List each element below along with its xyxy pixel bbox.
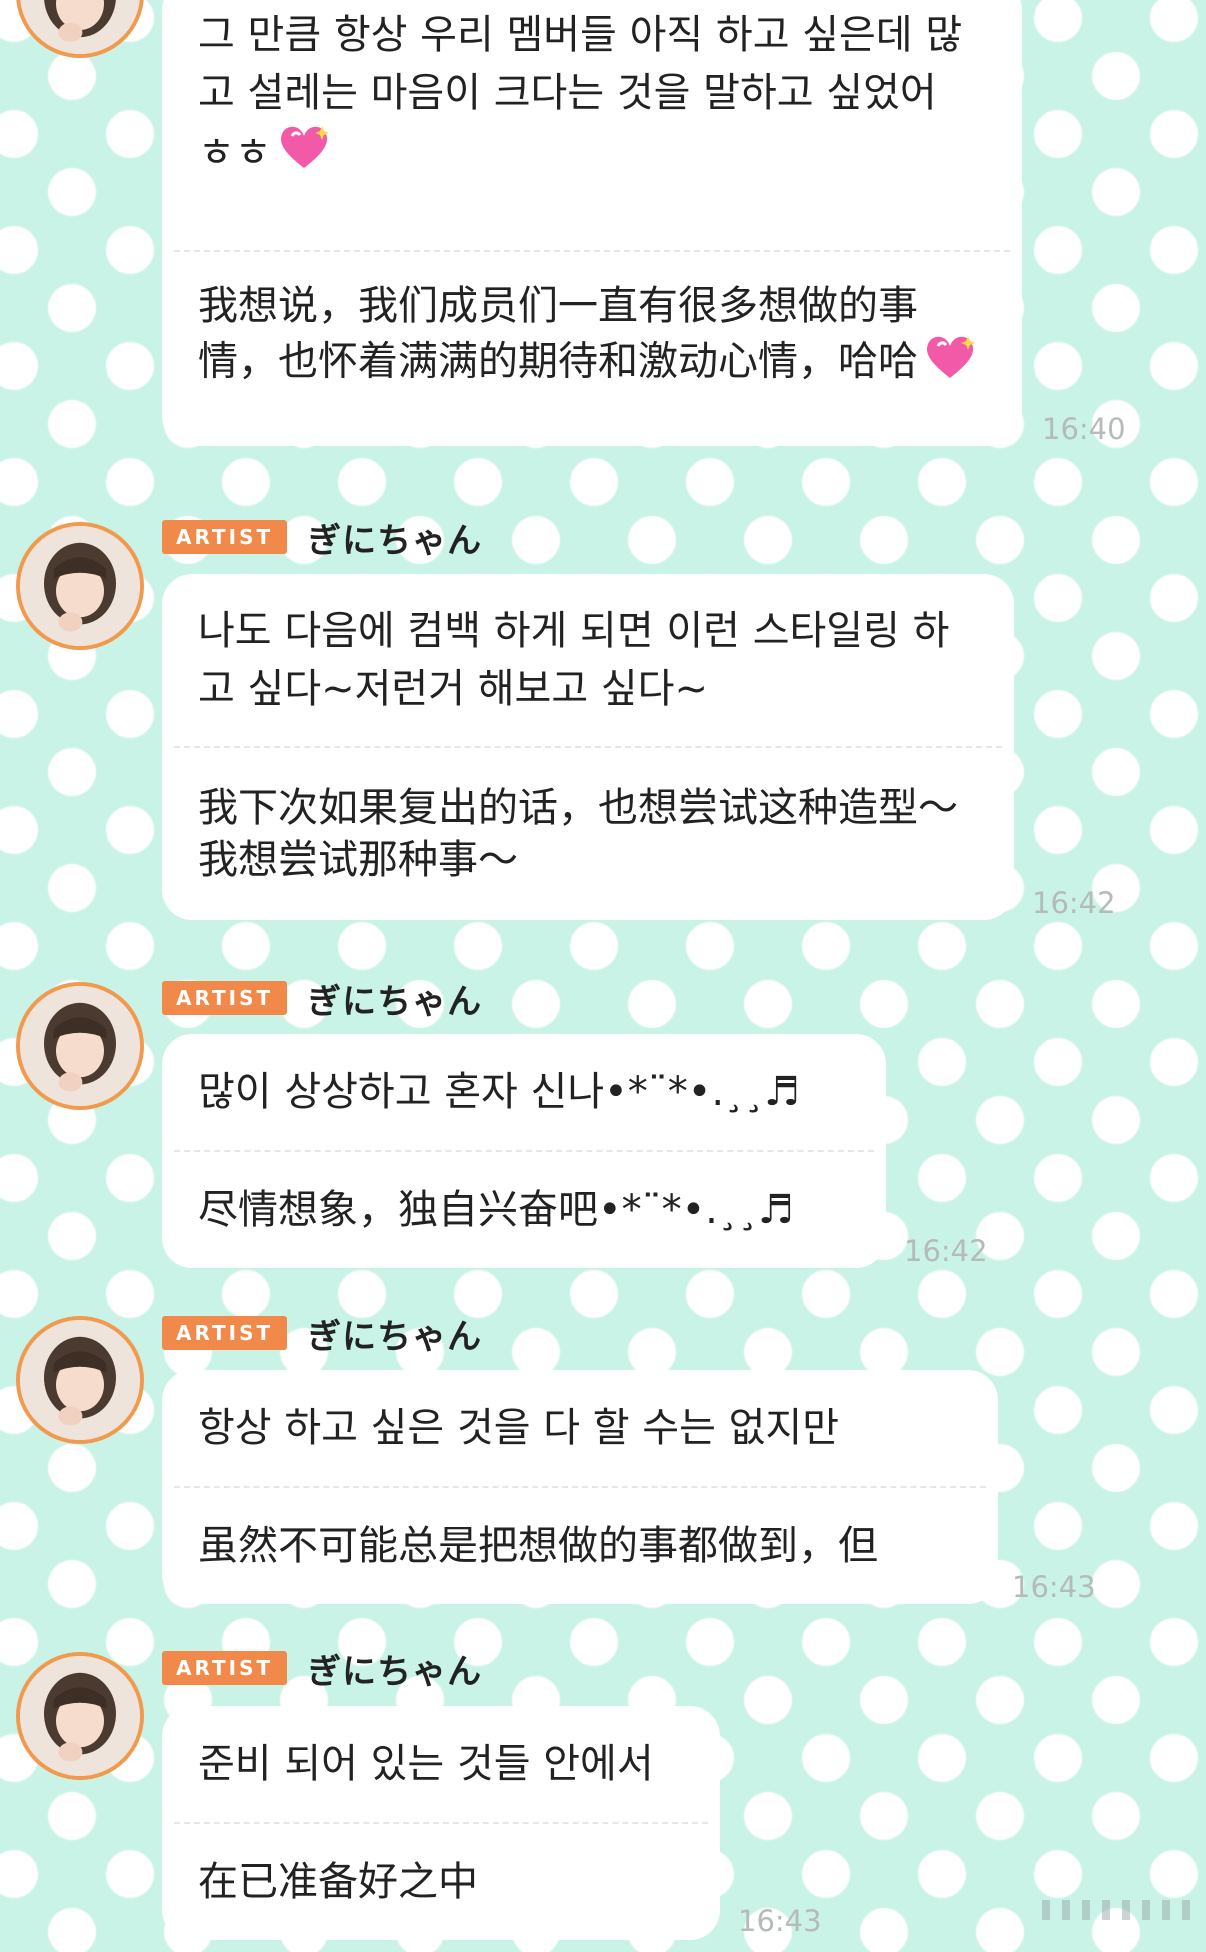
watermark-bars [1040, 1898, 1200, 1922]
message-timestamp: 16:42 [904, 1234, 988, 1268]
message-timestamp: 16:43 [1012, 1570, 1096, 1604]
sender-name[interactable]: ぎにちゃん [307, 1309, 482, 1358]
message-text: 나도 다음에 컴백 하게 되면 이런 스타일링 하고 싶다~저런거 해보고 싶다… [198, 608, 950, 712]
artist-badge: ARTIST [162, 1316, 288, 1350]
message-text: 항상 하고 싶은 것을 다 할 수는 없지만 [198, 1405, 840, 1451]
message-bubble[interactable]: 준비 되어 있는 것들 안에서 在已准备好之中 [162, 1706, 720, 1940]
message-text-chinese: 虽然不可能总是把想做的事都做到，但 [162, 1488, 998, 1604]
message-text: 尽情想象，独自兴奋吧•*¨*•.¸¸♬ [198, 1187, 794, 1233]
message-text-korean: 나도 다음에 컴백 하게 되면 이런 스타일링 하고 싶다~저런거 해보고 싶다… [162, 574, 1014, 746]
sparkling-heart-icon [276, 122, 332, 188]
message-header: ARTIST ぎにちゃん [162, 1315, 482, 1357]
message-text: 준비 되어 있는 것들 안에서 [198, 1741, 654, 1787]
avatar[interactable] [16, 1316, 144, 1444]
artist-badge: ARTIST [162, 981, 288, 1015]
message-timestamp: 16:42 [1032, 886, 1116, 920]
sender-name[interactable]: ぎにちゃん [307, 974, 482, 1023]
message-text: 我下次如果复出的话，也想尝试这种造型～我想尝试那种事～ [198, 785, 958, 883]
message-text-korean: 그 만큼 항상 우리 멤버들 아직 하고 싶은데 많고 설레는 마음이 크다는 … [162, 0, 1022, 250]
message-bubble[interactable]: 나도 다음에 컴백 하게 되면 이런 스타일링 하고 싶다~저런거 해보고 싶다… [162, 574, 1014, 920]
avatar[interactable] [16, 0, 144, 58]
artist-badge: ARTIST [162, 1651, 288, 1685]
sparkling-heart-icon [922, 332, 978, 395]
avatar[interactable] [16, 982, 144, 1110]
message-text-korean: 준비 되어 있는 것들 안에서 [162, 1706, 720, 1822]
message-text: 많이 상상하고 혼자 신나•*¨*•.¸¸♬ [198, 1069, 800, 1115]
message-header: ARTIST ぎにちゃん [162, 1650, 482, 1692]
message-text: 我想说，我们成员们一直有很多想做的事情，也怀着满满的期待和激动心情，哈哈 [198, 283, 918, 385]
message-header: ARTIST ぎにちゃん [162, 519, 482, 561]
artist-badge: ARTIST [162, 520, 288, 554]
message-bubble[interactable]: 많이 상상하고 혼자 신나•*¨*•.¸¸♬ 尽情想象，独自兴奋吧•*¨*•.¸… [162, 1034, 886, 1268]
sender-name[interactable]: ぎにちゃん [307, 513, 482, 562]
message-text-chinese: 尽情想象，独自兴奋吧•*¨*•.¸¸♬ [162, 1152, 886, 1268]
message-timestamp: 16:40 [1042, 412, 1126, 446]
chat-thread: 그 만큼 항상 우리 멤버들 아직 하고 싶은데 많고 설레는 마음이 크다는 … [0, 0, 1206, 1952]
message-timestamp: 16:43 [738, 1904, 822, 1938]
message-text: 虽然不可能总是把想做的事都做到，但 [198, 1523, 878, 1569]
message-bubble[interactable]: 항상 하고 싶은 것을 다 할 수는 없지만 虽然不可能总是把想做的事都做到，但 [162, 1370, 998, 1604]
message-text-korean: 많이 상상하고 혼자 신나•*¨*•.¸¸♬ [162, 1034, 886, 1150]
message-text-chinese: 在已准备好之中 [162, 1824, 720, 1940]
message-text-chinese: 我想说，我们成员们一直有很多想做的事情，也怀着满满的期待和激动心情，哈哈 [162, 252, 1022, 446]
message-text-chinese: 我下次如果复出的话，也想尝试这种造型～我想尝试那种事～ [162, 748, 1014, 920]
avatar[interactable] [16, 1652, 144, 1780]
message-text-korean: 항상 하고 싶은 것을 다 할 수는 없지만 [162, 1370, 998, 1486]
avatar[interactable] [16, 522, 144, 650]
message-bubble[interactable]: 그 만큼 항상 우리 멤버들 아직 하고 싶은데 많고 설레는 마음이 크다는 … [162, 0, 1022, 446]
message-text: 在已准备好之中 [198, 1859, 478, 1905]
sender-name[interactable]: ぎにちゃん [307, 1644, 482, 1693]
message-header: ARTIST ぎにちゃん [162, 980, 482, 1022]
